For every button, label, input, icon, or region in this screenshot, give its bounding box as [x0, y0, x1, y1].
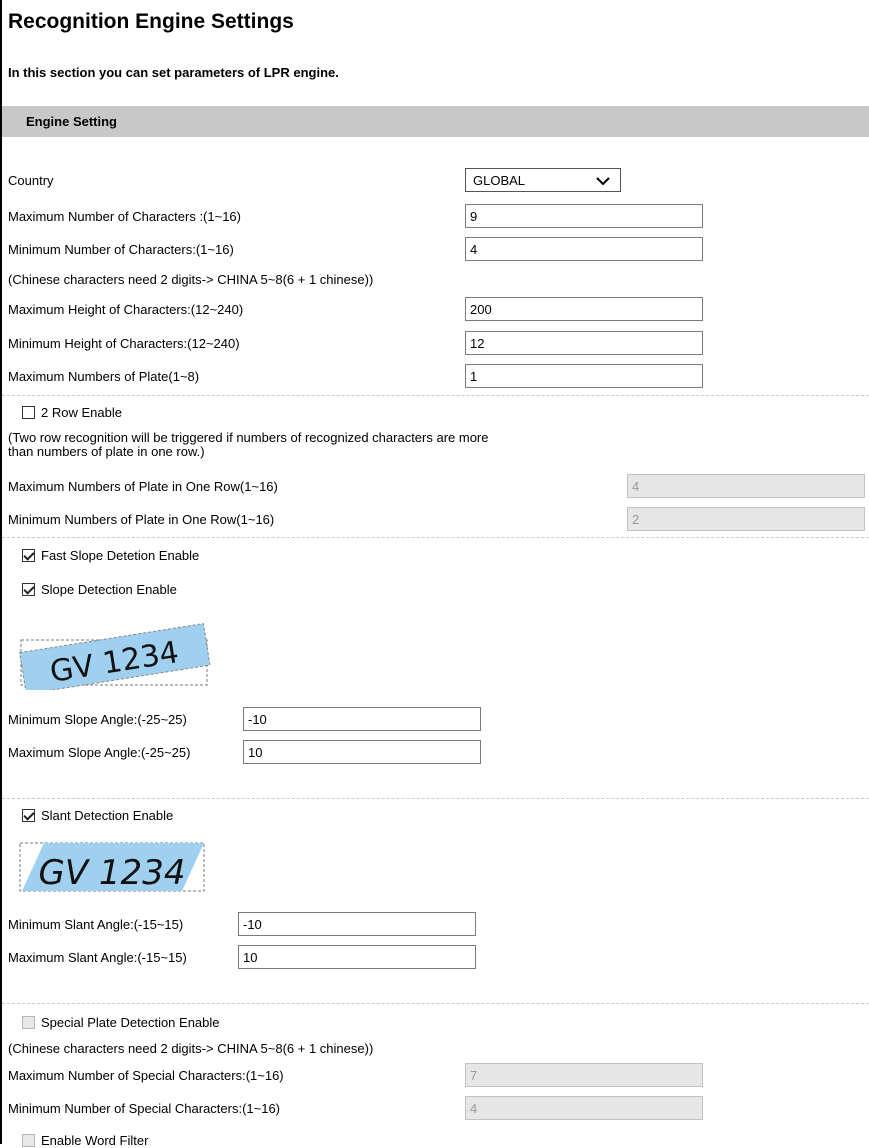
min-chars-input[interactable] [465, 237, 703, 261]
fast-slope-checkbox[interactable] [22, 549, 35, 562]
special-min-label: Minimum Number of Special Characters:(1~… [8, 1101, 281, 1116]
slope-label: Slope Detection Enable [41, 582, 177, 597]
slope-max-label: Maximum Slope Angle:(-25~25) [8, 745, 191, 760]
slope-min-label: Minimum Slope Angle:(-25~25) [8, 712, 187, 727]
chevron-down-icon [596, 177, 610, 186]
page-intro: In this section you can set parameters o… [8, 65, 339, 80]
slope-max-input[interactable] [243, 740, 481, 764]
max-height-label: Maximum Height of Characters:(12~240) [8, 302, 244, 317]
slant-label: Slant Detection Enable [41, 808, 174, 823]
special-chinese-note: (Chinese characters need 2 digits-> CHIN… [8, 1041, 374, 1056]
page-title: Recognition Engine Settings [8, 10, 294, 33]
two-row-max-input[interactable] [627, 474, 865, 498]
special-min-input[interactable] [465, 1096, 703, 1120]
min-height-input[interactable] [465, 331, 703, 355]
special-plate-label: Special Plate Detection Enable [41, 1015, 220, 1030]
min-height-label: Minimum Height of Characters:(12~240) [8, 336, 240, 351]
two-row-min-label: Minimum Numbers of Plate in One Row(1~16… [8, 512, 275, 527]
divider [2, 1003, 869, 1004]
two-row-note-line2: than numbers of plate in one row.) [8, 444, 205, 459]
slant-max-input[interactable] [238, 945, 476, 969]
section-header: Engine Setting [2, 106, 869, 137]
page-frame [0, 0, 869, 1144]
slant-min-label: Minimum Slant Angle:(-15~15) [8, 917, 184, 932]
country-select[interactable]: GLOBAL [465, 168, 621, 192]
slope-min-input[interactable] [243, 707, 481, 731]
slant-plate-text: GV 1234 [39, 853, 186, 893]
word-filter-checkbox[interactable] [22, 1134, 35, 1147]
slant-max-label: Maximum Slant Angle:(-15~15) [8, 950, 187, 965]
max-plates-input[interactable] [465, 364, 703, 388]
special-max-label: Maximum Number of Special Characters:(1~… [8, 1068, 284, 1083]
max-chars-input[interactable] [465, 204, 703, 228]
two-row-note-line1: (Two row recognition will be triggered i… [8, 430, 489, 445]
slant-plate-image: GV 1234 [19, 842, 205, 893]
slant-min-input[interactable] [238, 912, 476, 936]
two-row-min-input[interactable] [627, 507, 865, 531]
min-chars-label: Minimum Number of Characters:(1~16) [8, 242, 234, 257]
special-plate-checkbox[interactable] [22, 1016, 35, 1029]
slope-plate-image: GV 1234 [19, 622, 211, 690]
word-filter-label: Enable Word Filter [41, 1133, 149, 1148]
two-row-max-label: Maximum Numbers of Plate in One Row(1~16… [8, 479, 278, 494]
fast-slope-label: Fast Slope Detetion Enable [41, 548, 200, 563]
chinese-note: (Chinese characters need 2 digits-> CHIN… [8, 272, 374, 287]
two-row-label: 2 Row Enable [41, 405, 122, 420]
divider [2, 395, 869, 396]
divider [2, 798, 869, 799]
max-height-input[interactable] [465, 297, 703, 321]
max-chars-label: Maximum Number of Characters :(1~16) [8, 209, 241, 224]
slant-checkbox[interactable] [22, 809, 35, 822]
section-title: Engine Setting [26, 114, 117, 129]
divider [2, 537, 869, 538]
country-value: GLOBAL [473, 173, 526, 188]
country-label: Country [8, 173, 54, 188]
slope-checkbox[interactable] [22, 583, 35, 596]
two-row-checkbox[interactable] [22, 406, 35, 419]
special-max-input[interactable] [465, 1063, 703, 1087]
max-plates-label: Maximum Numbers of Plate(1~8) [8, 369, 200, 384]
